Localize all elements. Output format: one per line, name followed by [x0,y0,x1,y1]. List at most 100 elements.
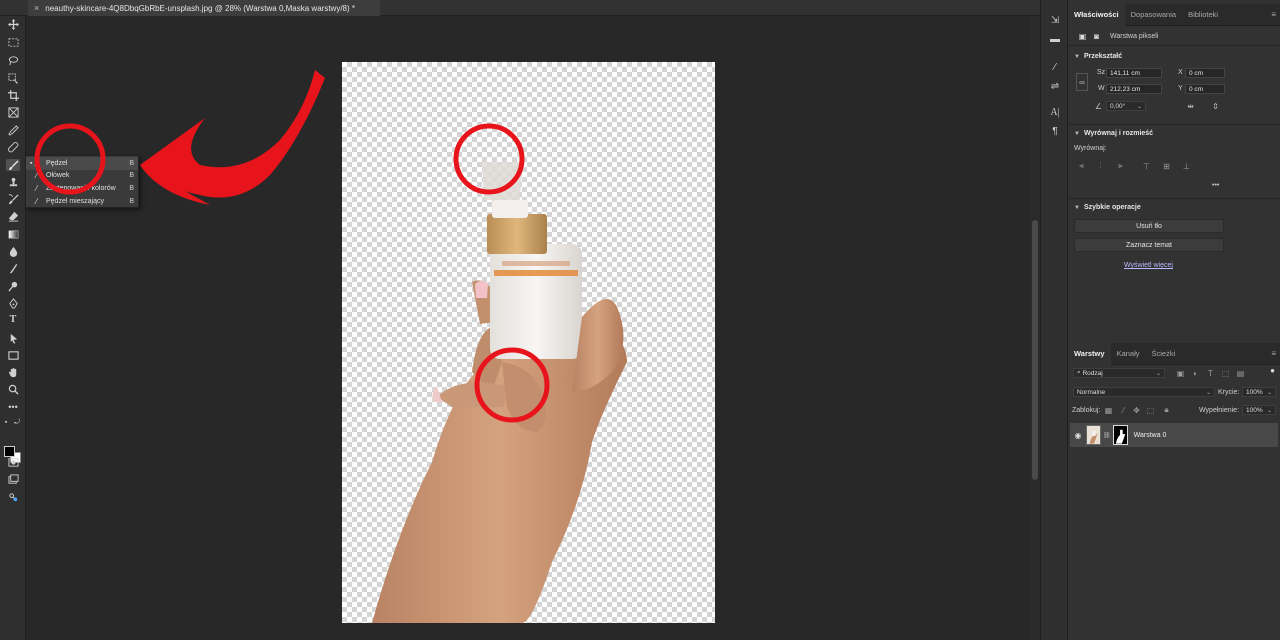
rectangle-tool-icon[interactable] [6,349,20,361]
y-field[interactable]: 0 cm [1185,84,1225,94]
link-dimensions-icon[interactable]: ∞ [1076,73,1088,91]
filter-toggle-icon[interactable]: ● [1268,366,1277,375]
default-colors-icon[interactable]: ▪ [2,416,10,428]
align-center-vertical-icon[interactable]: ⊞ [1162,162,1171,171]
type-tool-icon[interactable]: T [6,314,20,326]
brush-tool-icon[interactable] [6,159,20,171]
document-canvas[interactable] [342,62,715,623]
flip-vertical-icon[interactable]: ⇕ [1211,102,1220,111]
object-selection-tool-icon[interactable] [6,72,20,84]
canvas-vertical-scrollbar[interactable] [1030,16,1040,640]
select-subject-button[interactable]: Zaznacz temat [1074,238,1224,252]
lock-all-icon[interactable]: 🔒︎ [1162,405,1171,414]
tab-paths[interactable]: Ścieżki [1146,343,1182,365]
align-section-header[interactable]: ▼ Wyrównaj i rozmieść [1074,130,1153,137]
eye-icon[interactable]: ◉ [1070,431,1086,440]
gradient-tool-icon[interactable] [6,228,20,240]
document-tab[interactable]: × neauthy-skincare-4Q8DbqGbRbE-unsplash.… [28,0,380,16]
dodge-tool-icon[interactable] [6,280,20,292]
tab-adjustments[interactable]: Dopasowania [1125,4,1182,26]
panel-menu-icon[interactable]: ≡ [1271,349,1276,358]
swap-colors-icon[interactable]: ⤾ [13,416,21,428]
more-tools-icon[interactable]: ••• [6,401,20,413]
blend-mode-dropdown[interactable]: Normalne ⌄ [1073,387,1215,397]
width-field[interactable]: 141,11 cm [1106,68,1162,78]
smudge-tool-icon[interactable] [6,262,20,274]
filter-shape-icon[interactable]: ⬚ [1221,369,1230,378]
clone-stamp-tool-icon[interactable] [6,176,20,188]
lock-artboard-icon[interactable]: ⬚ [1146,406,1155,415]
flyout-item-color-replacement[interactable]: ⁄ Zastępowanie kolorów B [26,182,138,195]
fill-field[interactable]: 100% ⌄ [1242,405,1276,415]
layer-row[interactable]: ◉ ⛓︎ Warstwa 0 [1070,423,1278,447]
close-tab-icon[interactable]: × [34,3,39,13]
show-more-link[interactable]: Wyświetl więcej [1124,262,1173,269]
marquee-tool-icon[interactable] [6,36,20,48]
crop-tool-icon[interactable] [6,89,20,101]
tab-channels[interactable]: Kanały [1111,343,1146,365]
history-brush-tool-icon[interactable] [6,193,20,205]
path-selection-tool-icon[interactable] [6,332,20,344]
flip-horizontal-icon[interactable]: ⇹ [1186,102,1195,111]
pixel-layer-icon: ▣ [1078,31,1087,41]
x-field[interactable]: 0 cm [1185,68,1225,78]
zoom-tool-icon[interactable] [6,383,20,395]
quick-mask-icon[interactable] [6,456,20,468]
transform-section-header[interactable]: ▼ Przekształć [1074,53,1122,60]
lasso-tool-icon[interactable] [6,54,20,66]
history-icon[interactable]: ⇲ [1049,14,1061,26]
chevron-down-icon: ⌄ [1155,370,1161,377]
frame-tool-icon[interactable] [6,106,20,118]
layer-filter-value: Rodzaj [1082,369,1103,377]
tab-layers[interactable]: Warstwy [1068,342,1111,365]
filter-adjustment-icon[interactable]: ◐ [1191,369,1200,378]
lock-position-icon[interactable]: ✥ [1132,406,1141,415]
align-left-icon[interactable]: ⫷ [1077,161,1086,170]
lock-transparent-pixels-icon[interactable]: ▦ [1104,406,1113,415]
height-field[interactable]: 212,23 cm [1106,84,1162,94]
screen-mode-icon[interactable] [6,473,20,485]
opacity-field[interactable]: 100% ⌄ [1242,387,1276,397]
eyedropper-tool-icon[interactable] [6,124,20,136]
filter-pixel-icon[interactable]: ▣ [1176,369,1185,378]
adjust-icon[interactable]: ⇌ [1049,80,1061,92]
width-label: Sz [1097,69,1106,76]
flyout-item-brush[interactable]: ▪ ⁄ Pędzel B [26,157,138,170]
remove-background-button[interactable]: Usuń tło [1074,219,1224,233]
comments-icon[interactable]: ▬ [1049,33,1061,45]
layer-mask-thumbnail[interactable] [1112,425,1128,445]
hand-tool-icon[interactable] [6,366,20,378]
pen-tool-icon[interactable] [6,297,20,309]
more-align-options-icon[interactable]: ••• [1212,182,1219,189]
align-center-horizontal-icon[interactable]: ⫶ [1096,161,1105,170]
share-icon[interactable] [6,491,20,503]
tab-properties[interactable]: Właściwości [1068,3,1125,26]
flyout-item-pencil[interactable]: ⁄ Ołówek B [26,170,138,183]
filter-smart-object-icon[interactable]: ▤ [1236,369,1245,378]
lock-image-pixels-icon[interactable]: ⁄ [1119,406,1128,415]
angle-dropdown[interactable]: 0,00° ⌄ [1106,101,1146,111]
panel-menu-icon[interactable]: ≡ [1271,10,1276,19]
brush-settings-icon[interactable]: ⁄ [1049,61,1061,73]
blur-tool-icon[interactable] [6,245,20,257]
quick-actions-section-header[interactable]: ▼ Szybkie operacje [1074,204,1141,211]
flyout-item-mixer-brush[interactable]: ⁄ Pędzel mieszający B [26,195,138,208]
align-right-icon[interactable]: ⫸ [1116,161,1125,170]
paragraph-icon[interactable]: ¶ [1049,125,1061,137]
pencil-icon: ⁄ [36,171,38,181]
section-title: Przekształć [1083,53,1123,60]
section-title: Szybkie operacje [1083,204,1141,211]
character-icon[interactable]: A| [1049,106,1061,118]
link-icon[interactable]: ⛓︎ [1103,432,1111,439]
tab-libraries[interactable]: Biblioteki [1182,4,1224,26]
layer-filter-dropdown[interactable]: ⌕ Rodzaj ⌄ [1073,368,1165,378]
scrollbar-thumb[interactable] [1032,220,1038,480]
move-tool-icon[interactable] [6,18,20,30]
align-top-icon[interactable]: ⊤ [1142,162,1151,171]
filter-type-icon[interactable]: T [1206,369,1215,378]
eraser-tool-icon[interactable] [6,210,20,222]
align-bottom-icon[interactable]: ⊥ [1182,162,1191,171]
blend-mode-value: Normalne [1077,388,1106,396]
healing-brush-tool-icon[interactable] [6,141,20,153]
mask-icon[interactable]: ◙ [1092,32,1101,41]
